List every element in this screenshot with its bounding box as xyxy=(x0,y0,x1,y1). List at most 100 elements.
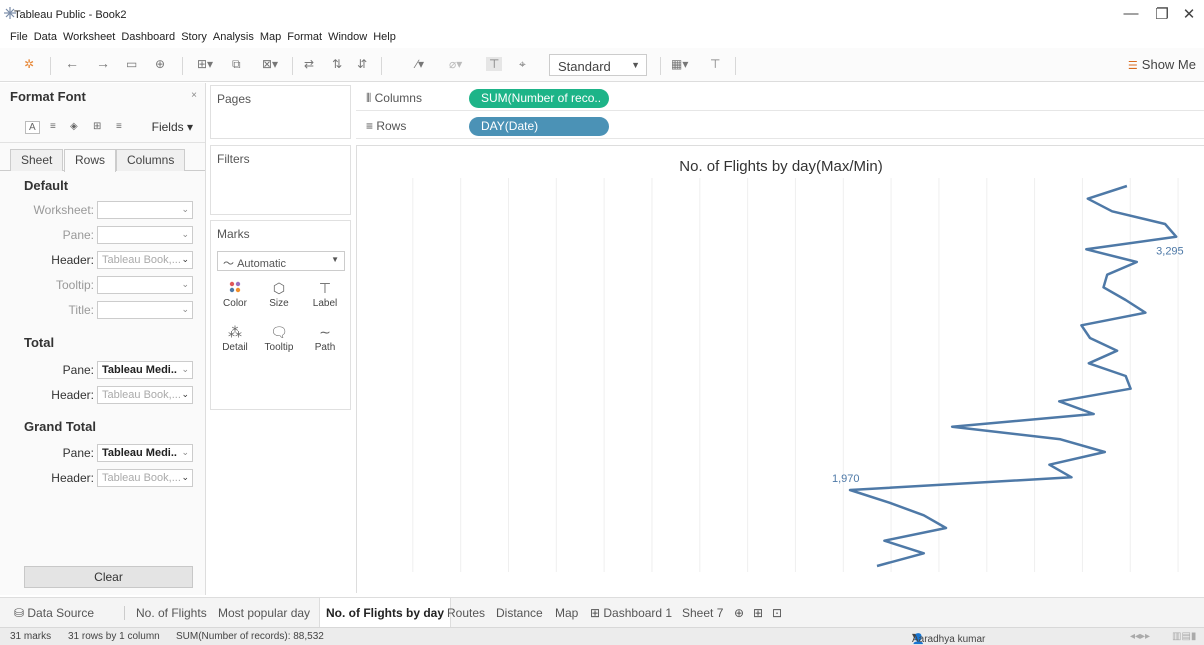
show-labels-icon[interactable]: ⊤ xyxy=(486,57,503,71)
tab-sheet[interactable]: Sheet xyxy=(10,149,64,171)
tab-rows[interactable]: Rows xyxy=(64,149,117,172)
data-point-day-7[interactable] xyxy=(1135,260,1139,264)
data-point-day-12[interactable] xyxy=(1079,323,1083,327)
data-point-day-5[interactable] xyxy=(1174,235,1178,239)
tab-data-source[interactable]: ⛁ Data Source xyxy=(14,606,94,620)
worksheet-font-dropdown[interactable]: ⌄ xyxy=(97,201,193,219)
rows-pill[interactable]: DAY(Date) xyxy=(469,117,609,136)
data-point-day-20[interactable] xyxy=(950,425,954,429)
new-worksheet-icon[interactable]: ⊞▾ xyxy=(197,57,213,71)
sort-descending-icon[interactable]: ⇵ xyxy=(357,57,367,71)
grand-total-pane-font-dropdown[interactable]: Tableau Medi.. ⌄ xyxy=(97,444,193,462)
menu-map[interactable]: Map xyxy=(260,28,281,46)
data-point-day-11[interactable] xyxy=(1143,311,1147,315)
data-point-day-15[interactable] xyxy=(1087,361,1091,365)
highlight-icon[interactable]: ∕▾ xyxy=(416,57,424,71)
tab-most-popular-day[interactable]: Most popular day xyxy=(218,606,310,620)
data-point-day-31[interactable] xyxy=(875,564,879,568)
data-point-day-29[interactable] xyxy=(882,539,886,543)
data-point-day-3[interactable] xyxy=(1110,209,1114,213)
close-icon[interactable]: × xyxy=(191,90,197,101)
minimize-button[interactable]: — xyxy=(1116,5,1146,22)
filters-card[interactable]: Filters xyxy=(210,145,351,215)
menu-analysis[interactable]: Analysis xyxy=(213,28,254,46)
tab-map[interactable]: Map xyxy=(555,606,578,620)
size-button[interactable]: ⬡ Size xyxy=(259,277,299,317)
data-point-day-19[interactable] xyxy=(1092,412,1096,416)
data-point-day-26[interactable] xyxy=(887,501,891,505)
label-button[interactable]: ⊤ Label xyxy=(305,277,345,317)
data-point-day-14[interactable] xyxy=(1115,349,1119,353)
menu-help[interactable]: Help xyxy=(373,28,396,46)
show-cards-icon[interactable]: ▦▾ xyxy=(671,57,688,71)
data-point-day-6[interactable] xyxy=(1084,247,1088,251)
fields-dropdown[interactable]: Fields ▾ xyxy=(152,120,193,134)
show-me-button[interactable]: ☰ Show Me xyxy=(1128,57,1196,72)
new-worksheet-tab-icon[interactable]: ⊕ xyxy=(734,606,744,620)
columns-pill[interactable]: SUM(Number of reco.. xyxy=(469,89,609,108)
menu-worksheet[interactable]: Worksheet xyxy=(63,28,115,46)
data-point-day-24[interactable] xyxy=(1070,475,1074,479)
data-point-day-30[interactable] xyxy=(922,551,926,555)
tooltip-font-dropdown[interactable]: ⌄ xyxy=(97,276,193,294)
data-point-day-18[interactable] xyxy=(1057,399,1061,403)
shading-format-icon[interactable]: ◈ xyxy=(70,121,78,132)
font-format-icon[interactable]: A xyxy=(25,121,40,134)
data-point-day-9[interactable] xyxy=(1102,285,1106,289)
new-dashboard-tab-icon[interactable]: ⊞ xyxy=(753,606,763,620)
group-icon[interactable]: ⌀▾ xyxy=(449,57,462,71)
presentation-icon[interactable]: ⊤ xyxy=(710,57,720,71)
data-point-day-27[interactable] xyxy=(922,513,926,517)
tab-routes[interactable]: Routes xyxy=(447,606,485,620)
data-point-day-1[interactable] xyxy=(1125,184,1129,188)
borders-format-icon[interactable]: ⊞ xyxy=(93,121,101,132)
data-point-day-25[interactable] xyxy=(848,488,852,492)
tab-dashboard-1[interactable]: ⊞ Dashboard 1 xyxy=(590,606,672,620)
sort-ascending-icon[interactable]: ⇅ xyxy=(332,57,342,71)
menu-format[interactable]: Format xyxy=(287,28,322,46)
rows-shelf[interactable]: ≡ Rows DAY(Date) xyxy=(356,113,1204,139)
header-font-dropdown[interactable]: Tableau Book,... ⌄ xyxy=(97,251,193,269)
data-point-day-28[interactable] xyxy=(944,526,948,530)
tableau-home-icon[interactable]: ✲ xyxy=(24,57,34,71)
tab-sheet-7[interactable]: Sheet 7 xyxy=(682,606,723,620)
data-point-day-16[interactable] xyxy=(1124,374,1128,378)
data-point-day-2[interactable] xyxy=(1086,197,1090,201)
total-header-font-dropdown[interactable]: Tableau Book,... ⌄ xyxy=(97,386,193,404)
color-button[interactable]: Color xyxy=(215,277,255,317)
chart-view[interactable]: No. of Flights by day(Max/Min) 3,295 1,97… xyxy=(356,145,1204,593)
redo-icon[interactable]: → xyxy=(96,55,110,71)
tab-distance[interactable]: Distance xyxy=(496,606,543,620)
data-point-day-22[interactable] xyxy=(1103,450,1107,454)
menu-dashboard[interactable]: Dashboard xyxy=(121,28,175,46)
pane-font-dropdown[interactable]: ⌄ xyxy=(97,226,193,244)
alignment-format-icon[interactable]: ≡ xyxy=(50,121,56,132)
data-point-day-17[interactable] xyxy=(1129,387,1133,391)
fit-select[interactable]: Standard ▼ xyxy=(549,54,647,76)
clear-button[interactable]: Clear xyxy=(24,566,193,588)
data-point-day-8[interactable] xyxy=(1105,273,1109,277)
title-font-dropdown[interactable]: ⌄ xyxy=(97,301,193,319)
data-point-day-21[interactable] xyxy=(1058,437,1062,441)
menu-story[interactable]: Story xyxy=(181,28,207,46)
tab-no-of-flights[interactable]: No. of Flights xyxy=(136,606,207,620)
menu-data[interactable]: Data xyxy=(34,28,57,46)
undo-icon[interactable]: ← xyxy=(65,55,79,71)
data-point-day-23[interactable] xyxy=(1047,463,1051,467)
tab-no-of-flights-by-day[interactable]: No. of Flights by day xyxy=(319,598,452,628)
close-button[interactable]: ✕ xyxy=(1174,5,1204,23)
swap-icon[interactable]: ⇄ xyxy=(304,57,314,71)
pages-card[interactable]: Pages xyxy=(210,85,351,139)
grand-total-header-font-dropdown[interactable]: Tableau Book,... ⌄ xyxy=(97,469,193,487)
navigation-arrows-icon[interactable]: ◂◂▸▸ xyxy=(1130,631,1150,642)
data-point-day-10[interactable] xyxy=(1124,298,1128,302)
new-data-source-icon[interactable]: ⊕ xyxy=(155,57,165,71)
fix-axes-icon[interactable]: ⌖ xyxy=(519,57,526,72)
menu-window[interactable]: Window xyxy=(328,28,367,46)
total-pane-font-dropdown[interactable]: Tableau Medi.. ⌄ xyxy=(97,361,193,379)
path-button[interactable]: ∼ Path xyxy=(305,321,345,361)
data-point-day-13[interactable] xyxy=(1088,336,1092,340)
menu-file[interactable]: File xyxy=(10,28,28,46)
lines-format-icon[interactable]: ≡ xyxy=(116,121,122,132)
view-mode-icon[interactable]: ▥▤▮ xyxy=(1172,631,1196,642)
